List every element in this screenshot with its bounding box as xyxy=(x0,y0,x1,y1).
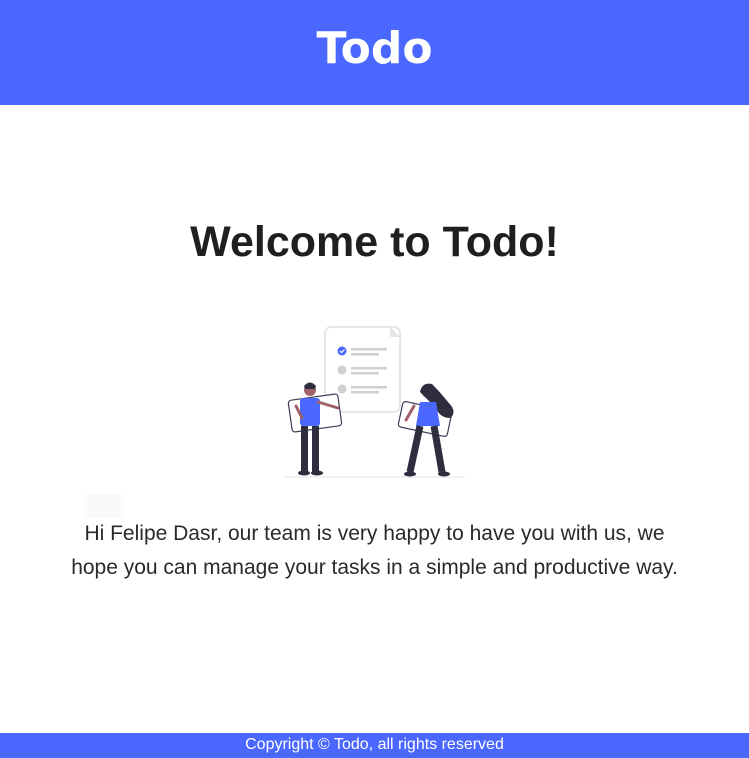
unchecked-item-icon xyxy=(337,365,347,375)
unchecked-item-icon xyxy=(337,384,347,394)
welcome-message: Hi Felipe Dasr, our team is very happy t… xyxy=(71,522,678,579)
email-page: Todo Welcome to Todo! Hi Felipe Dasr, ou… xyxy=(0,0,749,758)
people-checklist-illustration xyxy=(285,326,465,478)
man-figure xyxy=(287,382,343,476)
brand-logo: Todo xyxy=(316,23,433,74)
page-title: Welcome to Todo! xyxy=(190,218,559,266)
header-bar: Todo xyxy=(0,0,749,105)
woman-figure xyxy=(397,383,454,477)
footer-bar: Copyright © Todo, all rights reserved xyxy=(0,733,749,758)
checked-item-icon xyxy=(337,346,347,356)
copyright-text: Copyright © Todo, all rights reserved xyxy=(245,736,504,753)
decorative-box xyxy=(84,494,124,518)
